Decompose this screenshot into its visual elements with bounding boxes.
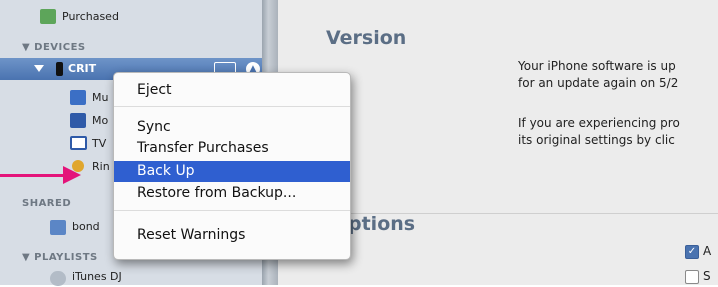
annotation-arrow-icon bbox=[63, 166, 81, 184]
iphone-icon bbox=[56, 62, 63, 76]
restore-info-text: If you are experiencing pro its original… bbox=[518, 115, 680, 149]
option-label-1: A bbox=[703, 244, 712, 258]
sidebar-item-purchased[interactable]: Purchased bbox=[62, 7, 119, 27]
menu-item-transfer-purchases[interactable]: Transfer Purchases bbox=[114, 138, 350, 159]
movies-icon bbox=[70, 113, 86, 128]
sidebar-item-shared[interactable]: bond bbox=[72, 217, 100, 237]
disclosure-triangle-icon[interactable] bbox=[34, 65, 44, 72]
device-context-menu: Eject Sync Transfer Purchases Back Up Re… bbox=[113, 72, 351, 260]
tv-icon bbox=[70, 136, 87, 150]
version-line-2: for an update again on 5/2 bbox=[518, 76, 679, 90]
option-label-2: S bbox=[703, 269, 711, 283]
sidebar-item-music[interactable]: Mu bbox=[92, 88, 108, 108]
version-section-title: Version bbox=[326, 27, 407, 49]
menu-item-sync[interactable]: Sync bbox=[114, 117, 350, 138]
playlists-header[interactable]: ▼ PLAYLISTS bbox=[22, 252, 98, 263]
restore-line-2: its original settings by clic bbox=[518, 133, 675, 147]
option-checkbox-1[interactable]: ✓ bbox=[685, 245, 699, 259]
music-icon bbox=[70, 90, 86, 105]
sidebar-item-ringtones[interactable]: Rin bbox=[92, 157, 110, 177]
menu-item-eject[interactable]: Eject bbox=[114, 80, 350, 101]
menu-separator bbox=[114, 210, 350, 211]
devices-header[interactable]: ▼ DEVICES bbox=[22, 42, 86, 53]
sidebar-item-movies[interactable]: Mo bbox=[92, 111, 108, 131]
itunes-dj-icon bbox=[50, 271, 66, 286]
option-checkbox-2[interactable] bbox=[685, 270, 699, 284]
purchased-icon bbox=[40, 9, 56, 24]
sidebar-item-itunes-dj[interactable]: iTunes DJ bbox=[72, 267, 122, 287]
menu-item-back-up[interactable]: Back Up bbox=[114, 161, 350, 182]
restore-line-1: If you are experiencing pro bbox=[518, 116, 680, 130]
annotation-arrow-shaft bbox=[0, 174, 65, 177]
options-section-title: ptions bbox=[348, 213, 416, 235]
device-name: CRIT bbox=[68, 62, 97, 75]
version-status-text: Your iPhone software is up for an update… bbox=[518, 58, 678, 92]
shared-header: SHARED bbox=[22, 198, 72, 209]
sidebar-item-tv[interactable]: TV bbox=[92, 134, 106, 154]
menu-item-reset-warnings[interactable]: Reset Warnings bbox=[114, 225, 350, 246]
shared-library-icon bbox=[50, 220, 66, 235]
version-line-1: Your iPhone software is up bbox=[518, 59, 676, 73]
menu-item-restore-from-backup[interactable]: Restore from Backup... bbox=[114, 183, 350, 204]
menu-separator bbox=[114, 106, 350, 107]
